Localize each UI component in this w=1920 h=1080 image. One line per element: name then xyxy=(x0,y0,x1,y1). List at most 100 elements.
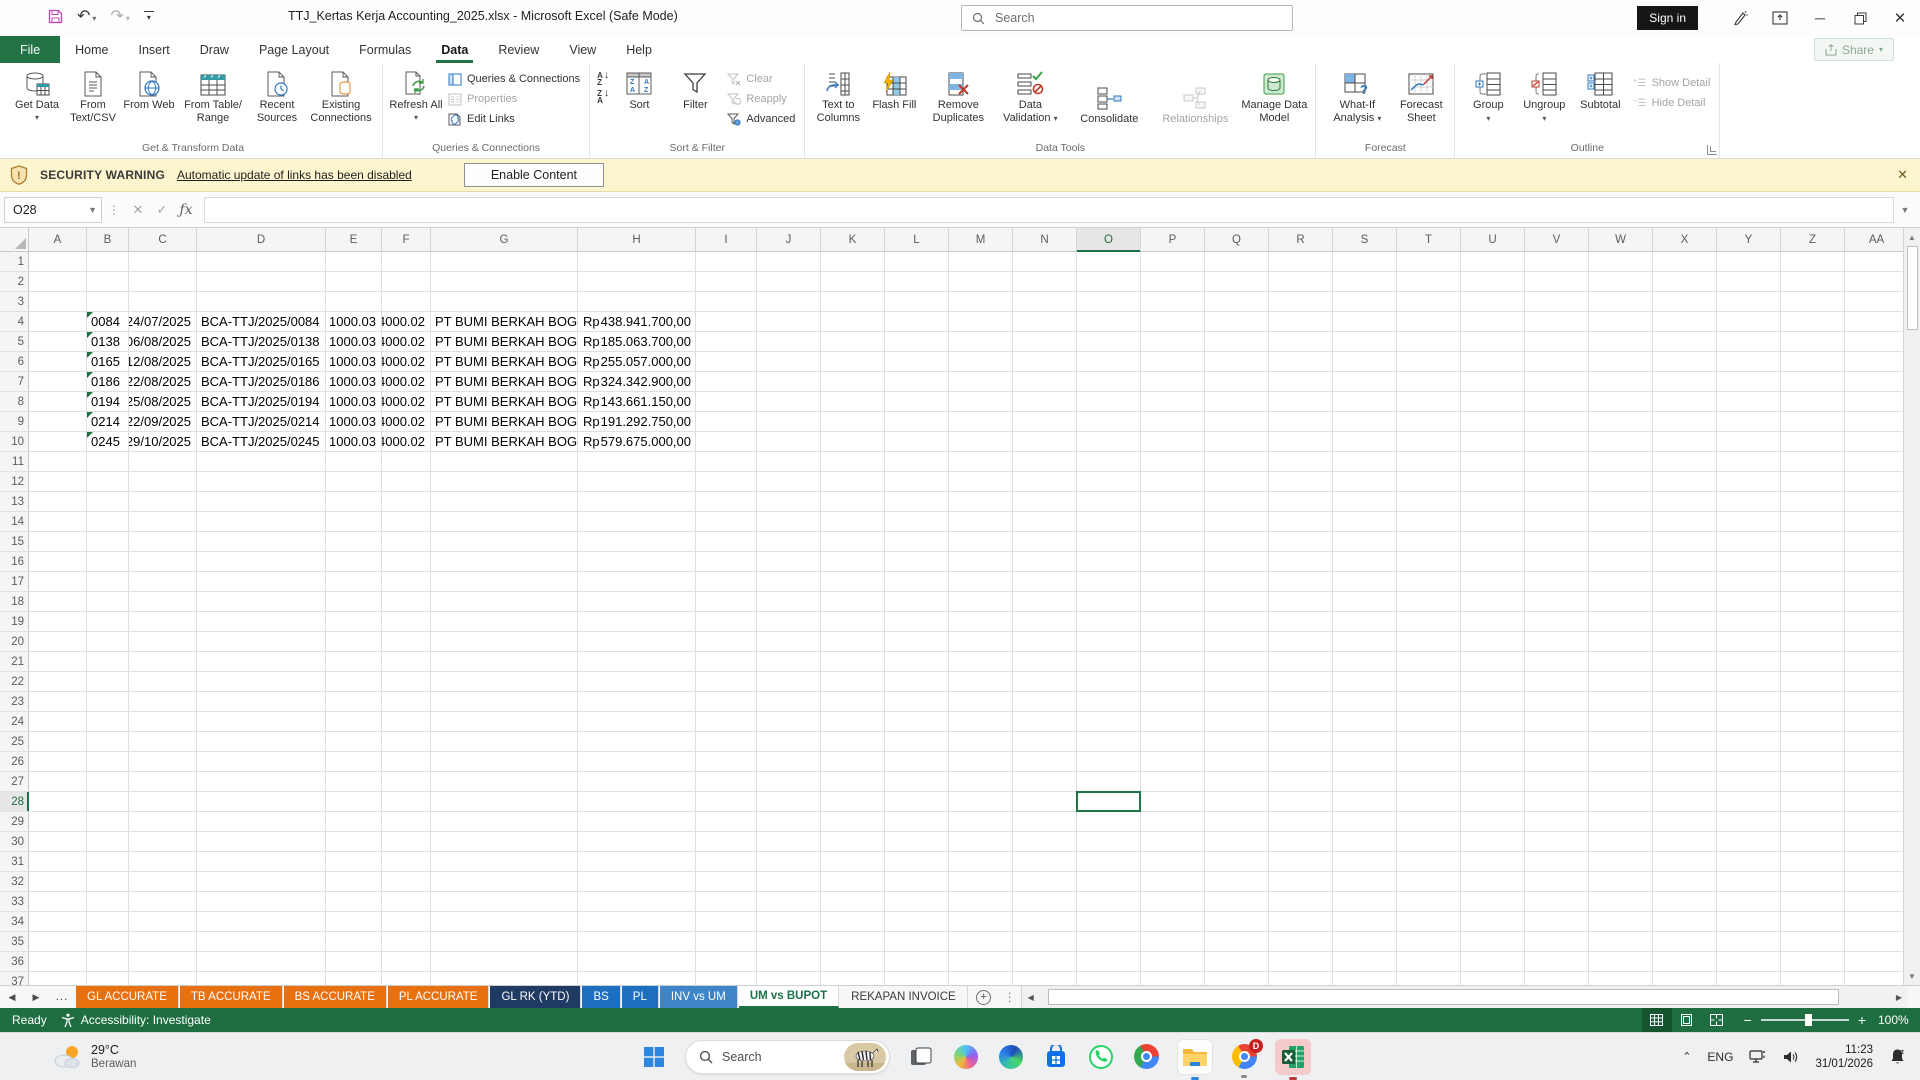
cell-O6[interactable] xyxy=(1077,352,1141,372)
sort-ascending-button[interactable]: AZ↓ xyxy=(597,72,609,86)
cell-T3[interactable] xyxy=(1397,292,1461,312)
cell-E21[interactable] xyxy=(326,652,382,672)
row-header-22[interactable]: 22 xyxy=(0,672,29,692)
cell-F22[interactable] xyxy=(382,672,431,692)
cell-R31[interactable] xyxy=(1269,852,1333,872)
cell-I17[interactable] xyxy=(696,572,757,592)
cell-M5[interactable] xyxy=(949,332,1013,352)
column-header-J[interactable]: J xyxy=(757,228,821,251)
cell-L34[interactable] xyxy=(885,912,949,932)
cell-W35[interactable] xyxy=(1589,932,1653,952)
sheet-nav-left-icon[interactable]: ◀ xyxy=(0,986,24,1008)
cell-X9[interactable] xyxy=(1653,412,1717,432)
cell-G9[interactable]: PT BUMI BERKAH BOG xyxy=(431,412,578,432)
cell-Y8[interactable] xyxy=(1717,392,1781,412)
ribbon-tab-view[interactable]: View xyxy=(554,36,611,63)
ribbon-tab-file[interactable]: File xyxy=(0,36,60,63)
cell-B5[interactable]: 0138 xyxy=(87,332,129,352)
cell-AA19[interactable] xyxy=(1845,612,1903,632)
cell-I4[interactable] xyxy=(696,312,757,332)
task-view-button[interactable] xyxy=(907,1043,935,1071)
cell-P9[interactable] xyxy=(1141,412,1205,432)
cell-V10[interactable] xyxy=(1525,432,1589,452)
cell-L10[interactable] xyxy=(885,432,949,452)
cell-T31[interactable] xyxy=(1397,852,1461,872)
cell-V20[interactable] xyxy=(1525,632,1589,652)
cell-V11[interactable] xyxy=(1525,452,1589,472)
cell-D14[interactable] xyxy=(197,512,326,532)
row-header-11[interactable]: 11 xyxy=(0,452,29,472)
cell-W21[interactable] xyxy=(1589,652,1653,672)
cell-E18[interactable] xyxy=(326,592,382,612)
vertical-scrollbar-thumb[interactable] xyxy=(1907,246,1918,330)
cell-O21[interactable] xyxy=(1077,652,1141,672)
cell-K17[interactable] xyxy=(821,572,885,592)
cell-F4[interactable]: 4000.02 xyxy=(382,312,431,332)
column-header-Z[interactable]: Z xyxy=(1781,228,1845,251)
cell-Q35[interactable] xyxy=(1205,932,1269,952)
cell-M20[interactable] xyxy=(949,632,1013,652)
cell-C35[interactable] xyxy=(129,932,197,952)
cell-P11[interactable] xyxy=(1141,452,1205,472)
cell-C25[interactable] xyxy=(129,732,197,752)
cell-J18[interactable] xyxy=(757,592,821,612)
cell-U1[interactable] xyxy=(1461,252,1525,272)
cell-I13[interactable] xyxy=(696,492,757,512)
cell-H28[interactable] xyxy=(578,792,696,812)
cell-A24[interactable] xyxy=(29,712,87,732)
row-header-2[interactable]: 2 xyxy=(0,272,29,292)
ribbon-tab-review[interactable]: Review xyxy=(483,36,554,63)
cell-Y34[interactable] xyxy=(1717,912,1781,932)
row-header-13[interactable]: 13 xyxy=(0,492,29,512)
cell-Z25[interactable] xyxy=(1781,732,1845,752)
cell-H12[interactable] xyxy=(578,472,696,492)
cell-Q18[interactable] xyxy=(1205,592,1269,612)
cell-Y5[interactable] xyxy=(1717,332,1781,352)
row-header-25[interactable]: 25 xyxy=(0,732,29,752)
cell-E29[interactable] xyxy=(326,812,382,832)
cell-H21[interactable] xyxy=(578,652,696,672)
cell-Z31[interactable] xyxy=(1781,852,1845,872)
cell-J21[interactable] xyxy=(757,652,821,672)
column-header-C[interactable]: C xyxy=(129,228,197,251)
cell-X18[interactable] xyxy=(1653,592,1717,612)
cell-C11[interactable] xyxy=(129,452,197,472)
cell-C22[interactable] xyxy=(129,672,197,692)
row-header-17[interactable]: 17 xyxy=(0,572,29,592)
cell-O20[interactable] xyxy=(1077,632,1141,652)
cell-P15[interactable] xyxy=(1141,532,1205,552)
cell-L35[interactable] xyxy=(885,932,949,952)
cell-M36[interactable] xyxy=(949,952,1013,972)
cell-X1[interactable] xyxy=(1653,252,1717,272)
cell-A27[interactable] xyxy=(29,772,87,792)
cell-U33[interactable] xyxy=(1461,892,1525,912)
cell-Z6[interactable] xyxy=(1781,352,1845,372)
cell-F19[interactable] xyxy=(382,612,431,632)
clock[interactable]: 11:23 31/01/2026 xyxy=(1815,1043,1873,1071)
cell-Q33[interactable] xyxy=(1205,892,1269,912)
cell-S28[interactable] xyxy=(1333,792,1397,812)
cell-B22[interactable] xyxy=(87,672,129,692)
cell-L28[interactable] xyxy=(885,792,949,812)
cell-U22[interactable] xyxy=(1461,672,1525,692)
cell-H25[interactable] xyxy=(578,732,696,752)
cell-K32[interactable] xyxy=(821,872,885,892)
title-search-box[interactable]: Search xyxy=(961,5,1293,31)
cell-AA18[interactable] xyxy=(1845,592,1903,612)
cell-G34[interactable] xyxy=(431,912,578,932)
cell-E15[interactable] xyxy=(326,532,382,552)
cell-J3[interactable] xyxy=(757,292,821,312)
cell-X22[interactable] xyxy=(1653,672,1717,692)
cell-O10[interactable] xyxy=(1077,432,1141,452)
cell-Z22[interactable] xyxy=(1781,672,1845,692)
cell-V5[interactable] xyxy=(1525,332,1589,352)
advanced-filter-button[interactable]: Advanced xyxy=(723,110,799,128)
cell-O2[interactable] xyxy=(1077,272,1141,292)
flash-fill-button[interactable]: Flash Fill xyxy=(866,66,922,139)
cell-I23[interactable] xyxy=(696,692,757,712)
cell-Q4[interactable] xyxy=(1205,312,1269,332)
cell-V32[interactable] xyxy=(1525,872,1589,892)
cell-J4[interactable] xyxy=(757,312,821,332)
cell-D28[interactable] xyxy=(197,792,326,812)
chrome-button[interactable] xyxy=(1132,1043,1160,1071)
